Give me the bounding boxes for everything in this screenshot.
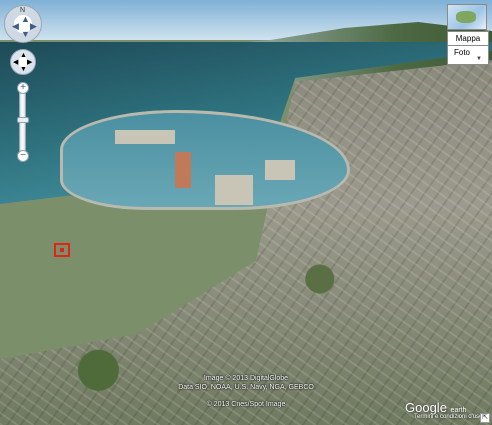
compass-icon[interactable]: N ▲ ▼ ◀ ▶ xyxy=(4,5,42,43)
pier xyxy=(265,160,295,180)
rotate-right-arrow-icon[interactable]: ▶ xyxy=(30,22,37,31)
zoom-slider-thumb[interactable] xyxy=(17,117,29,123)
photo-dropdown-button[interactable]: Foto ▼ xyxy=(447,45,489,65)
logo-suffix: earth xyxy=(450,407,467,414)
earth-viewport[interactable] xyxy=(0,0,492,425)
north-label: N xyxy=(20,7,26,14)
pan-left-icon[interactable]: ◀ xyxy=(13,59,18,66)
pan-right-icon[interactable]: ▶ xyxy=(27,59,32,66)
corner-resize-icon[interactable]: ⇱ xyxy=(480,413,490,423)
attribution-line: Image © 2013 DigitalGlobe xyxy=(203,375,289,382)
pan-arrows-icon[interactable]: ▲ ▼ ◀ ▶ xyxy=(10,49,36,75)
red-placemark-icon[interactable] xyxy=(54,243,70,257)
pier xyxy=(115,130,175,144)
terms-link[interactable]: Termini e condizioni d'uso xyxy=(414,414,483,420)
world-map-thumbnail-icon[interactable] xyxy=(447,4,487,30)
photo-label: Foto xyxy=(454,48,471,57)
pan-up-icon[interactable]: ▲ xyxy=(20,52,27,59)
rotate-left-arrow-icon[interactable]: ◀ xyxy=(12,22,19,31)
logo-text: Google xyxy=(405,400,447,415)
pan-down-icon[interactable]: ▼ xyxy=(20,66,27,73)
attribution-line: Data SIO, NOAA, U.S. Navy, NGA, GEBCO xyxy=(178,384,314,391)
tilt-up-arrow-icon[interactable]: ▲ xyxy=(21,15,30,24)
pier xyxy=(175,152,191,188)
zoom-in-button[interactable]: + xyxy=(17,82,29,94)
google-earth-logo: Google earth xyxy=(405,400,467,415)
map-type-control: Mappa xyxy=(447,4,489,47)
chevron-down-icon: ▼ xyxy=(476,56,482,62)
pier xyxy=(215,175,253,205)
tilt-down-arrow-icon[interactable]: ▼ xyxy=(21,30,30,39)
zoom-out-button[interactable]: − xyxy=(17,150,29,162)
